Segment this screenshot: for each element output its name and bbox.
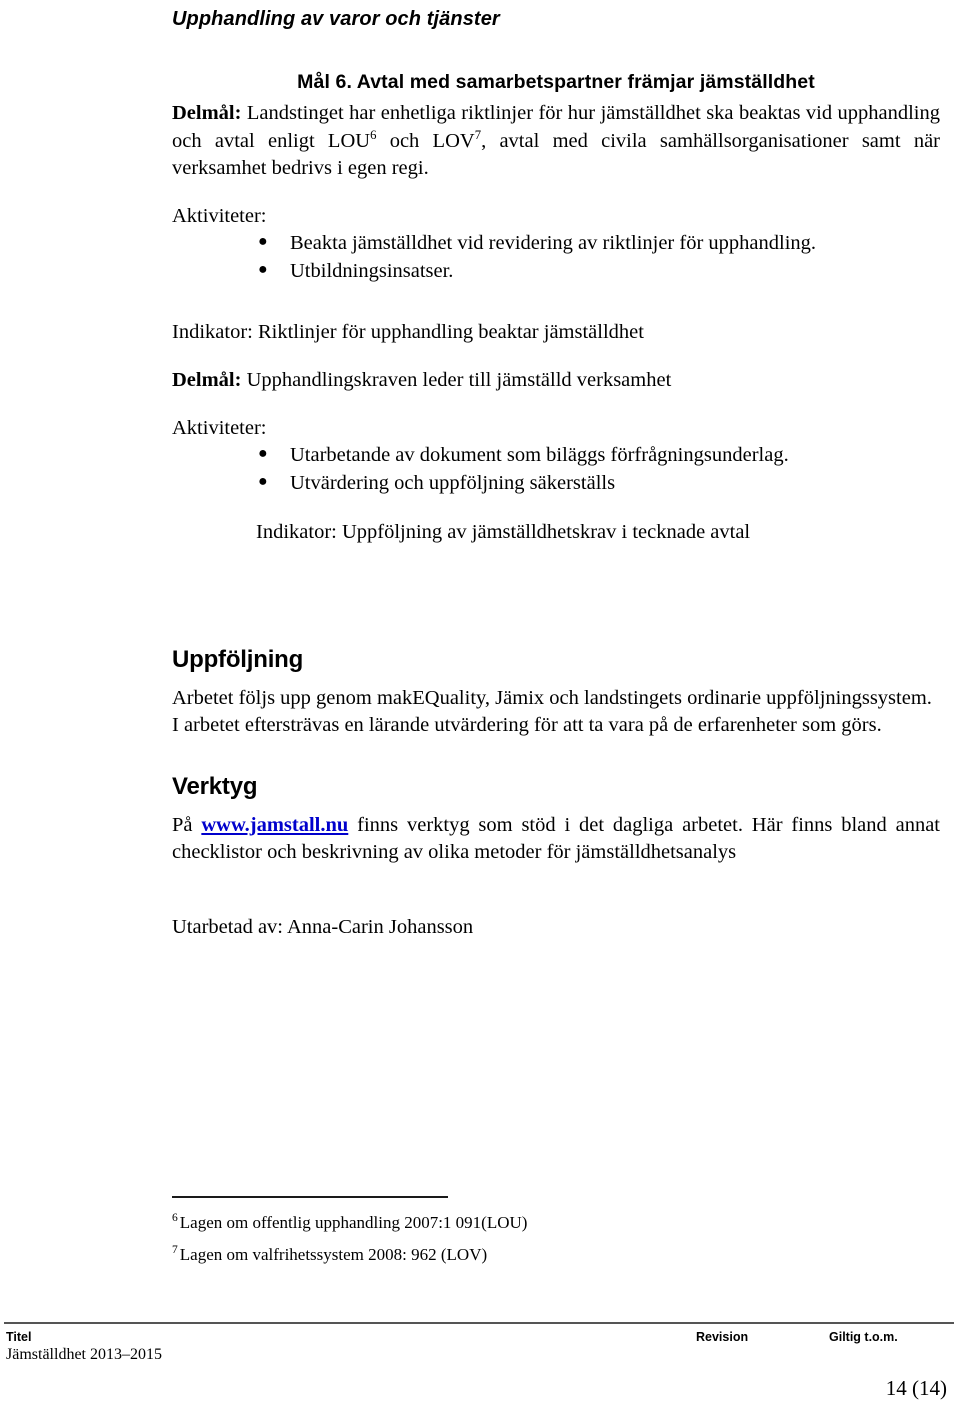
footnote-marker: 6: [172, 1211, 178, 1225]
footnote-text: Lagen om offentlig upphandling 2007:1 09…: [179, 1213, 528, 1232]
list-item-label: Utbildningsinsatser.: [290, 260, 454, 283]
document-body: Mål 6. Avtal med samarbetspartner främja…: [172, 70, 940, 941]
footnote-7: 7 Lagen om valfrihetssystem 2008: 962 (LO…: [172, 1244, 940, 1266]
list-item: ● Utvärdering och uppföljning säkerställs: [172, 470, 940, 498]
footnote-separator: [172, 1196, 448, 1198]
document-header-title: Upphandling av varor och tjänster: [172, 8, 500, 30]
footer-giltig-label: Giltig t.o.m.: [829, 1330, 898, 1344]
section-heading-uppfoljning: Uppföljning: [172, 646, 304, 674]
delmal-1-indicator: Indikator: Riktlinjer för upphandling be…: [172, 320, 644, 343]
delmal-2-indicator: Indikator: Uppföljning av jämställdhetsk…: [256, 520, 751, 543]
uppfoljning-paragraph-2: I arbetet eftersträvas en lärande utvärd…: [172, 714, 882, 737]
list-item: ● Utbildningsinsatser.: [172, 258, 940, 286]
jamstall-link[interactable]: www.jamstall.nu: [201, 814, 348, 836]
list-item: ● Beakta jämställdhet vid revidering av r…: [172, 230, 940, 258]
footer-separator: [4, 1322, 954, 1324]
footnote-text: Lagen om valfrihetssystem 2008: 962 (LOV…: [179, 1245, 488, 1265]
footnote-marker: 7: [172, 1243, 178, 1257]
delmal-1-label: Delmål:: [172, 102, 242, 125]
footer-column-giltig: Giltig t.o.m.: [829, 1330, 898, 1344]
bullet-icon: ●: [258, 445, 268, 463]
footnote-area: 6 Lagen om offentlig upphandling 2007:1 0…: [172, 1196, 940, 1276]
footer-revision-label: Revision: [696, 1330, 749, 1344]
delmal-2-text: Upphandlingskraven leder till jämställd …: [241, 368, 672, 391]
delmal-1-paragraph: Delmål: Landstinget har enhetliga riktli…: [172, 100, 940, 182]
list-item: ● Utarbetande av dokument som biläggs för…: [172, 442, 940, 470]
delmal-1-activity-list: ● Beakta jämställdhet vid revidering av r…: [172, 230, 940, 285]
delmal-1-text-2: och LOV: [376, 129, 475, 152]
list-item-label: Beakta jämställdhet vid revidering av ri…: [290, 232, 817, 255]
delmal-2-activities-label: Aktiviteter:: [172, 417, 267, 440]
document-footer: Titel Jämställdhet 2013–2015 Revision Gi…: [0, 1328, 960, 1412]
delmal-2-activity-list: ● Utarbetande av dokument som biläggs för…: [172, 442, 940, 497]
bullet-icon: ●: [258, 233, 268, 251]
bullet-icon: ●: [258, 261, 268, 279]
footer-titel-value: Jämställdhet 2013–2015: [6, 1346, 162, 1363]
uppfoljning-paragraph-1: Arbetet följs upp genom makEQuality, Jäm…: [172, 687, 932, 710]
bullet-icon: ●: [258, 473, 268, 491]
delmal-2-paragraph: Delmål: Upphandlingskraven leder till jä…: [172, 367, 940, 394]
verktyg-text-before: På: [172, 813, 202, 836]
list-item-label: Utarbetande av dokument som biläggs förf…: [290, 444, 789, 467]
document-page: Upphandling av varor och tjänster Mål 6.…: [0, 0, 960, 1412]
list-item-label: Utvärdering och uppföljning säkerställs: [290, 472, 616, 495]
section-heading-verktyg: Verktyg: [172, 772, 258, 800]
delmal-2-label: Delmål:: [172, 368, 242, 391]
delmal-1-activities-label: Aktiviteter:: [172, 205, 267, 228]
footer-column-revision: Revision: [696, 1330, 748, 1344]
footnote-6: 6 Lagen om offentlig upphandling 2007:1 0…: [172, 1212, 940, 1234]
footer-titel-label: Titel: [6, 1330, 32, 1344]
verktyg-paragraph: På www.jamstall.nu finns verktyg som stö…: [172, 812, 940, 867]
goal-heading: Mål 6. Avtal med samarbetspartner främja…: [297, 71, 815, 93]
author-line: Utarbetad av: Anna-Carin Johansson: [172, 916, 474, 939]
page-number: 14 (14): [885, 1376, 947, 1400]
footer-column-titel: Titel Jämställdhet 2013–2015: [6, 1330, 162, 1364]
